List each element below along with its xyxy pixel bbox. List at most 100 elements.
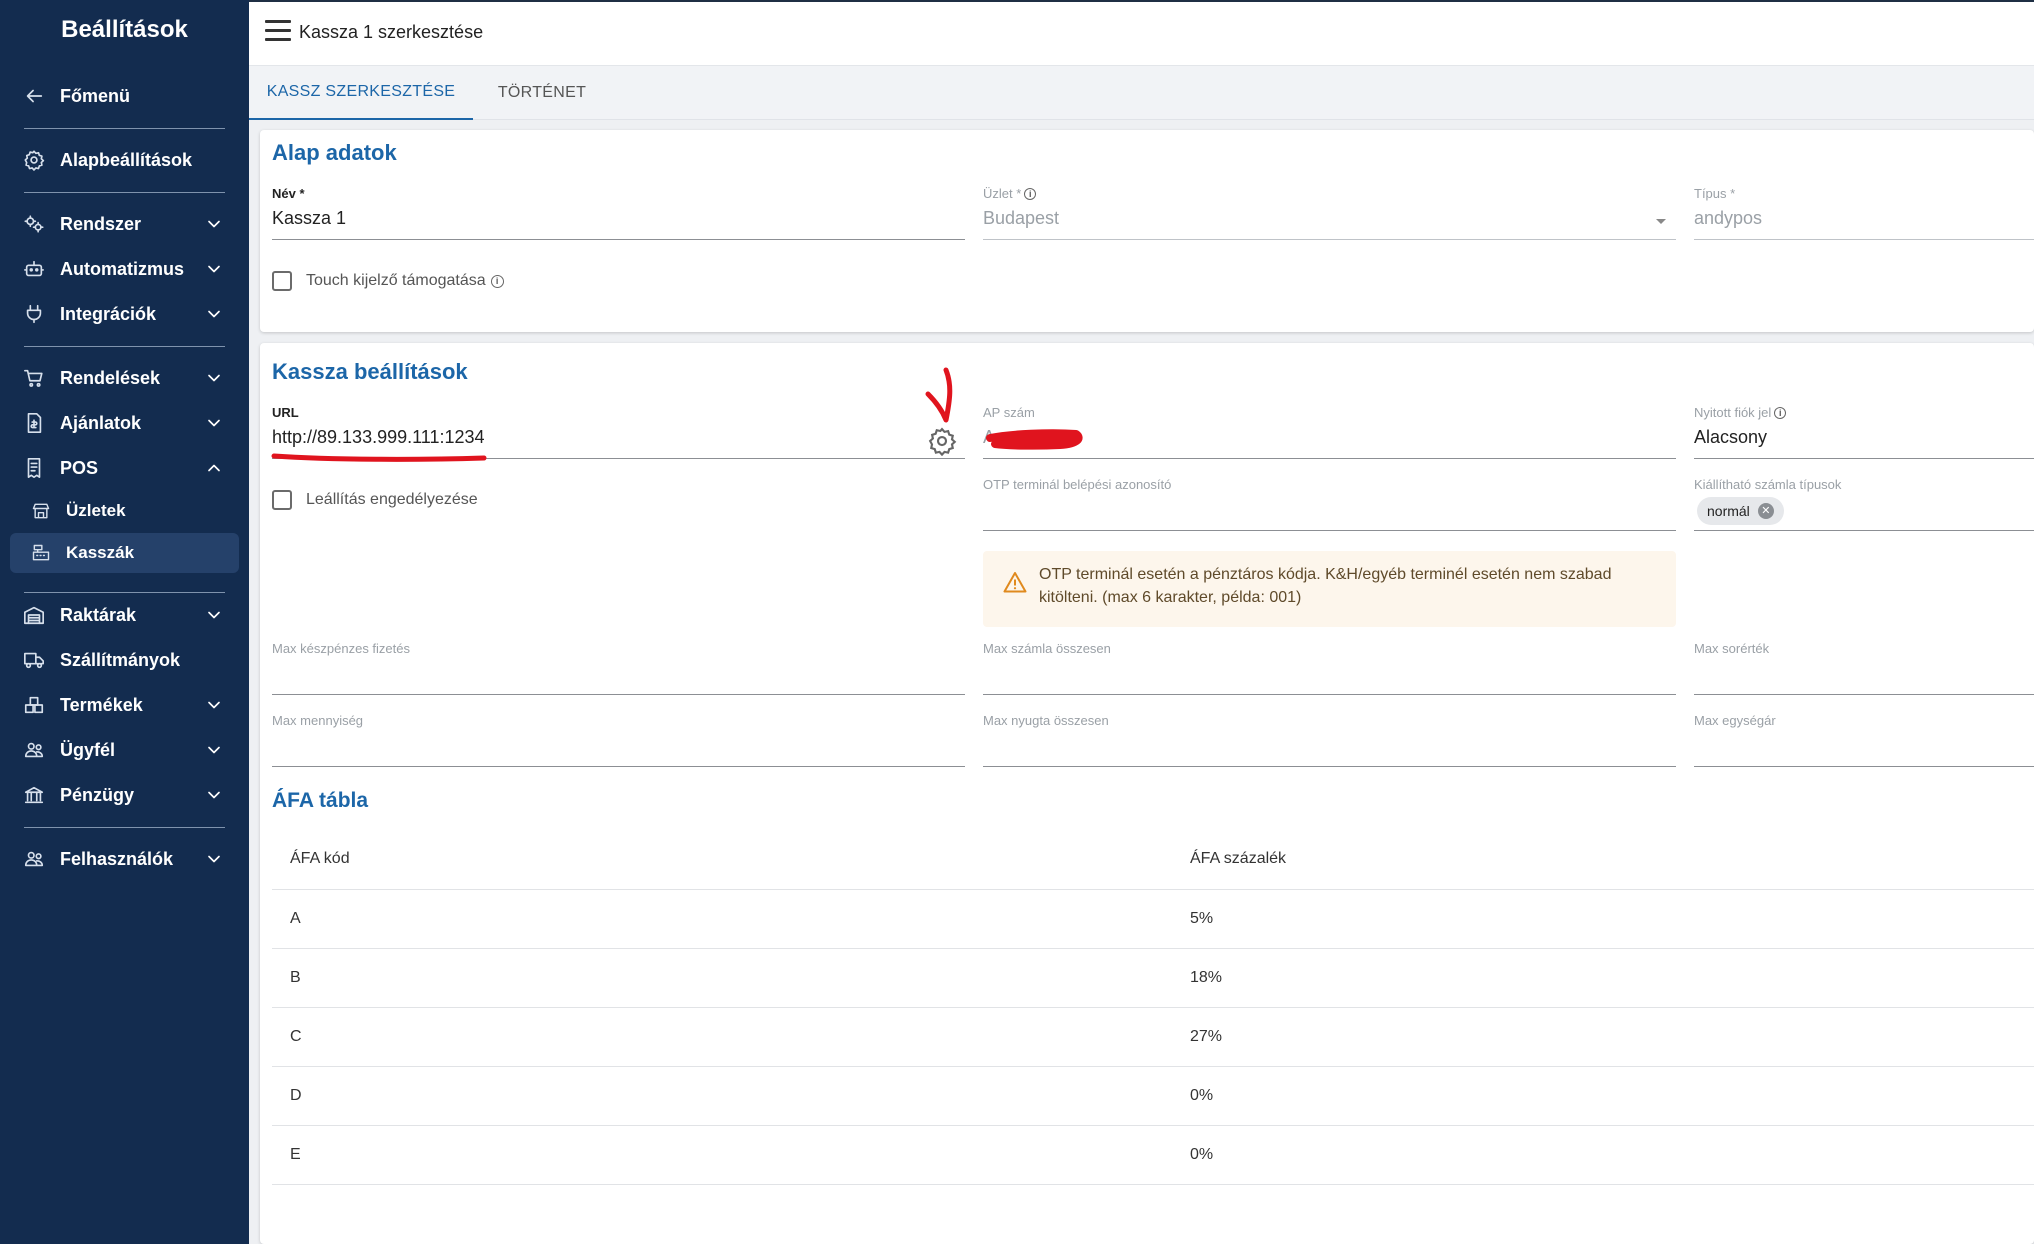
checkbox-box[interactable] bbox=[272, 490, 292, 510]
otp-info-alert: OTP terminál esetén a pénztáros kódja. K… bbox=[983, 551, 1676, 627]
tab-history[interactable]: TÖRTÉNET bbox=[473, 66, 611, 120]
chevron-down-icon bbox=[203, 739, 225, 761]
store-icon bbox=[30, 500, 52, 522]
sidebar-divider bbox=[24, 192, 225, 193]
info-icon: i bbox=[1774, 406, 1787, 419]
ap-number-field[interactable]: AP szám A bbox=[983, 405, 1676, 459]
cart-icon bbox=[22, 366, 46, 390]
sidebar-subitem-shops[interactable]: Üzletek bbox=[10, 491, 239, 531]
sidebar-item-main-menu[interactable]: Főmenü bbox=[10, 76, 239, 116]
receipt-icon bbox=[22, 456, 46, 480]
vat-percent-cell: 0% bbox=[1172, 1125, 2034, 1185]
table-header-row: ÁFA kód ÁFA százalék bbox=[272, 830, 2034, 890]
sidebar-item-label: Alapbeállítások bbox=[60, 149, 193, 170]
max-unit-price-label: Max egységár bbox=[1694, 713, 1776, 728]
section-title-vat: ÁFA tábla bbox=[272, 789, 369, 812]
sidebar-item-label: Pénzügy bbox=[60, 784, 135, 805]
max-row-value-field[interactable]: Max sorérték bbox=[1694, 641, 2034, 695]
column-header-vat-percent: ÁFA százalék bbox=[1172, 830, 2034, 890]
touch-support-checkbox[interactable]: Touch kijelző támogatása i bbox=[272, 271, 504, 291]
name-field[interactable]: Név * Kassza 1 bbox=[272, 186, 965, 240]
sidebar-item-basic-settings[interactable]: Alapbeállítások bbox=[10, 140, 239, 180]
tab-edit-register[interactable]: KASSZ SZERKESZTÉSE bbox=[249, 66, 473, 120]
max-receipt-total-field[interactable]: Max nyugta összesen bbox=[983, 713, 1676, 767]
touch-support-label: Touch kijelző támogatása bbox=[306, 272, 486, 289]
max-cash-label: Max készpénzes fizetés bbox=[272, 641, 411, 656]
sidebar-item-warehouses[interactable]: Raktárak bbox=[10, 595, 239, 635]
sidebar-item-automation[interactable]: Automatizmus bbox=[10, 249, 239, 289]
sidebar-item-integrations[interactable]: Integrációk bbox=[10, 294, 239, 334]
shutdown-enable-checkbox[interactable]: Leállítás engedélyezése bbox=[272, 490, 478, 510]
url-field[interactable]: URL http://89.133.999.111:1234 bbox=[272, 405, 965, 459]
plug-icon bbox=[22, 302, 46, 326]
invoice-type-chip-label: normál bbox=[1707, 503, 1750, 519]
truck-icon bbox=[22, 648, 46, 672]
drawer-signal-field[interactable]: Nyitott fiók jel i Alacsony bbox=[1694, 405, 2034, 459]
sidebar-item-label: Rendszer bbox=[60, 213, 142, 234]
sidebar-item-orders[interactable]: Rendelések bbox=[10, 358, 239, 398]
max-unit-price-field[interactable]: Max egységár bbox=[1694, 713, 2034, 767]
invoice-type-chip[interactable]: normál ✕ bbox=[1697, 497, 1784, 525]
sidebar-item-finance[interactable]: Pénzügy bbox=[10, 775, 239, 815]
vat-percent-cell: 5% bbox=[1172, 889, 2034, 949]
sidebar-item-offers[interactable]: Ajánlatok bbox=[10, 403, 239, 443]
shop-value: Budapest bbox=[983, 208, 1060, 228]
page-title: Kassza 1 szerkesztése bbox=[299, 22, 484, 42]
chevron-down-icon bbox=[203, 367, 225, 389]
url-value: http://89.133.999.111:1234 bbox=[272, 427, 485, 447]
table-row[interactable]: E 0% bbox=[272, 1125, 2034, 1185]
max-receipt-total-label: Max nyugta összesen bbox=[983, 713, 1109, 728]
sidebar-item-customers[interactable]: Ügyfél bbox=[10, 730, 239, 770]
sidebar-item-system[interactable]: Rendszer bbox=[10, 204, 239, 244]
invoice-types-label: Kiállítható számla típusok bbox=[1694, 477, 1842, 492]
sidebar-item-label: Automatizmus bbox=[60, 258, 185, 279]
shop-select[interactable]: Üzlet * i Budapest bbox=[983, 186, 1676, 240]
sidebar-item-products[interactable]: Termékek bbox=[10, 685, 239, 725]
sidebar-item-label: Raktárak bbox=[60, 604, 137, 625]
gears-icon bbox=[22, 212, 46, 236]
max-cash-field[interactable]: Max készpénzes fizetés bbox=[272, 641, 965, 695]
sidebar-item-label: Üzletek bbox=[66, 501, 126, 520]
sidebar-item-users[interactable]: Felhasználók bbox=[10, 839, 239, 879]
sidebar-divider bbox=[24, 128, 225, 129]
sidebar-item-label: Felhasználók bbox=[60, 848, 174, 869]
sidebar-subitem-registers[interactable]: Kasszák bbox=[10, 533, 239, 573]
menu-icon[interactable] bbox=[265, 20, 291, 46]
close-icon[interactable]: ✕ bbox=[1757, 503, 1774, 519]
vat-code-cell: D bbox=[272, 1066, 1172, 1126]
register-settings-card: Kassza beállítások URL http://89.133.999… bbox=[260, 343, 2034, 1244]
sidebar-item-shipments[interactable]: Szállítmányok bbox=[10, 640, 239, 680]
table-row[interactable]: C 27% bbox=[272, 1007, 2034, 1067]
table-row[interactable]: D 0% bbox=[272, 1066, 2034, 1126]
chevron-down-icon bbox=[203, 694, 225, 716]
max-invoice-total-field[interactable]: Max számla összesen bbox=[983, 641, 1676, 695]
users-icon bbox=[22, 738, 46, 762]
ap-number-value: A bbox=[983, 427, 996, 447]
gear-icon bbox=[22, 148, 46, 172]
type-label: Típus * bbox=[1694, 186, 1736, 201]
drawer-signal-value: Alacsony bbox=[1694, 427, 1768, 447]
max-quantity-field[interactable]: Max mennyiség bbox=[272, 713, 965, 767]
checkbox-box[interactable] bbox=[272, 271, 292, 291]
vat-code-cell: E bbox=[272, 1125, 1172, 1185]
otp-login-field[interactable]: OTP terminál belépési azonosító bbox=[983, 477, 1676, 531]
type-field[interactable]: Típus * andypos bbox=[1694, 186, 2034, 240]
vat-table: ÁFA kód ÁFA százalék A 5% B 18% C 27% D … bbox=[272, 830, 2034, 1185]
sidebar-divider bbox=[24, 346, 225, 347]
table-row[interactable]: A 5% bbox=[272, 889, 2034, 949]
sidebar-item-label: POS bbox=[60, 457, 99, 478]
vat-code-cell: B bbox=[272, 948, 1172, 1008]
sidebar-item-pos[interactable]: POS bbox=[10, 448, 239, 488]
ap-number-label: AP szám bbox=[983, 405, 1035, 420]
gear-icon[interactable] bbox=[927, 426, 959, 458]
users-icon bbox=[22, 847, 46, 871]
sidebar-item-label: Kasszák bbox=[66, 543, 135, 562]
chevron-down-icon bbox=[203, 303, 225, 325]
sidebar-divider bbox=[24, 827, 225, 828]
max-invoice-total-label: Max számla összesen bbox=[983, 641, 1111, 656]
table-row[interactable]: B 18% bbox=[272, 948, 2034, 1008]
chevron-down-icon bbox=[203, 848, 225, 870]
sidebar-item-label: Főmenü bbox=[60, 85, 130, 106]
chevron-down-icon bbox=[203, 604, 225, 626]
warehouse-icon bbox=[22, 603, 46, 627]
